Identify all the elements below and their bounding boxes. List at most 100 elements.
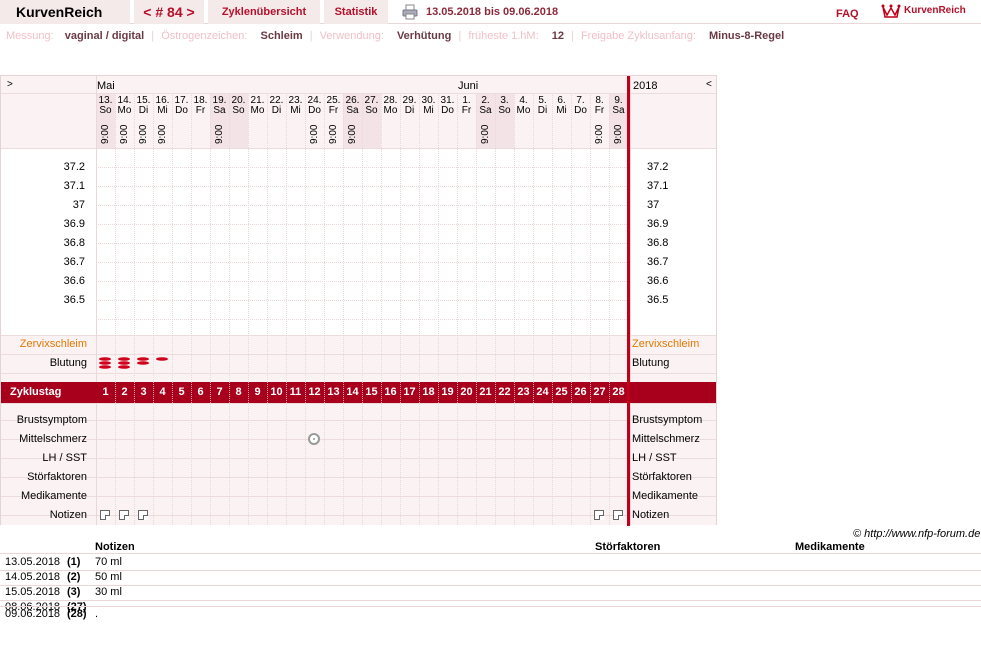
copyright: © http://www.nfp-forum.de [853,528,981,540]
row-divider [0,606,981,607]
grid-col [267,403,268,525]
printer-icon[interactable] [402,4,418,20]
note-cycle-day: (2) [67,571,81,583]
note-date: 14.05.2018 [5,571,61,583]
cycle-day-sep [134,382,135,403]
cycle-day-sep [552,382,553,403]
day-weekday: Mi [290,105,301,116]
nav-next-button[interactable]: < [706,79,712,90]
cycle-selector[interactable]: < # 84 > [134,0,204,24]
cycle-day-number: 16 [384,386,397,398]
grid-col [191,403,192,525]
mittelschmerz-icon [308,433,320,445]
cycle-day-sep [305,382,306,403]
day-weekday: Do [175,105,188,116]
note-icon[interactable] [613,510,623,520]
cycle-day-number: 7 [216,386,223,398]
grid-col [172,93,173,382]
measure-time: 9:00 [138,124,149,144]
temp-label: 37.1 [63,180,85,192]
day-weekday: Di [271,105,282,116]
cycle-day-number: 14 [346,386,359,398]
row-divider [0,570,981,571]
grid-col [267,93,268,382]
cycle-day-sep [514,382,515,403]
cycle-day-sep [324,382,325,403]
measure-time: 9:00 [594,124,605,144]
bleeding-mark [99,357,111,369]
grid-col [457,93,458,382]
day-weekday: Mo [516,105,531,116]
lh-label-right: LH / SST [632,452,677,464]
brust-label: Brustsymptom [16,414,87,426]
note-text: 30 ml [95,586,122,598]
cycle-end-line [627,76,630,526]
day-weekday: Fr [195,105,206,116]
cycle-day-sep [267,382,268,403]
tab-cycle-overview[interactable]: Zyklenübersicht [208,0,320,24]
grid-col [630,76,631,525]
temp-label: 36.9 [63,218,85,230]
grid-col [552,93,553,382]
note-icon[interactable] [119,510,129,520]
note-text: . [95,608,99,620]
grid-col [400,93,401,382]
verwendung-value: Verhütung [396,30,452,42]
temp-label: 36.8 [63,237,85,249]
grid-col [115,403,116,525]
day-weekday: So [498,105,511,116]
grid-col [210,403,211,525]
year-label: 2018 [633,80,658,92]
cycle-day-number: 22 [498,386,511,398]
top-bar: KurvenReich < # 84 > Zyklenübersicht Sta… [0,0,981,24]
cycle-day-sep [609,382,610,403]
tab-statistics[interactable]: Statistik [324,0,388,24]
note-icon[interactable] [138,510,148,520]
temp-label: 37.2 [63,161,85,173]
logo-text: KurvenReich [904,5,966,16]
blutung-label: Blutung [49,357,87,369]
grid-col [229,403,230,525]
nav-prev-button[interactable]: > [7,79,13,90]
day-weekday: Fr [461,105,472,116]
mittelschmerz-dot [313,438,315,440]
cycle-day-number: 12 [308,386,321,398]
col-notizen: Notizen [95,541,135,553]
note-date: 15.05.2018 [5,586,61,598]
day-weekday: Mi [423,105,434,116]
cycle-day-sep [438,382,439,403]
grid-col [210,93,211,382]
freigabe-label: Freigabe Zyklusanfang: [580,30,696,42]
temp-label-right: 36.8 [647,237,669,249]
day-weekday: Fr [594,105,605,116]
cycle-day-number: 9 [254,386,261,398]
temp-label-right: 37 [647,199,660,211]
table-divider [0,553,981,554]
cycle-day-number: 15 [365,386,378,398]
cycle-day-sep [210,382,211,403]
cycle-day-sep [248,382,249,403]
day-weekday: So [99,105,112,116]
temp-label: 36.7 [63,256,85,268]
day-weekday: Sa [479,105,492,116]
month-june: Juni [458,80,479,92]
note-icon[interactable] [594,510,604,520]
notizen-label-right: Notizen [632,509,670,521]
faq-link[interactable]: FAQ [836,8,859,20]
medi-label-right: Medikamente [632,490,699,502]
note-icon[interactable] [100,510,110,520]
day-weekday: Sa [346,105,359,116]
grid-col [590,403,591,525]
grid-col [96,76,97,525]
cycle-day-number: 5 [178,386,185,398]
row-divider [0,600,981,601]
cycle-day-number: 18 [422,386,435,398]
cycle-day-number: 28 [612,386,625,398]
cycle-day-number: 23 [517,386,530,398]
cycle-day-number: 13 [327,386,340,398]
cycle-day-sep [400,382,401,403]
cycle-day-number: 26 [574,386,587,398]
messung-label: Messung: [6,30,54,42]
grid-col [362,403,363,525]
cycle-day-number: 11 [289,386,302,398]
